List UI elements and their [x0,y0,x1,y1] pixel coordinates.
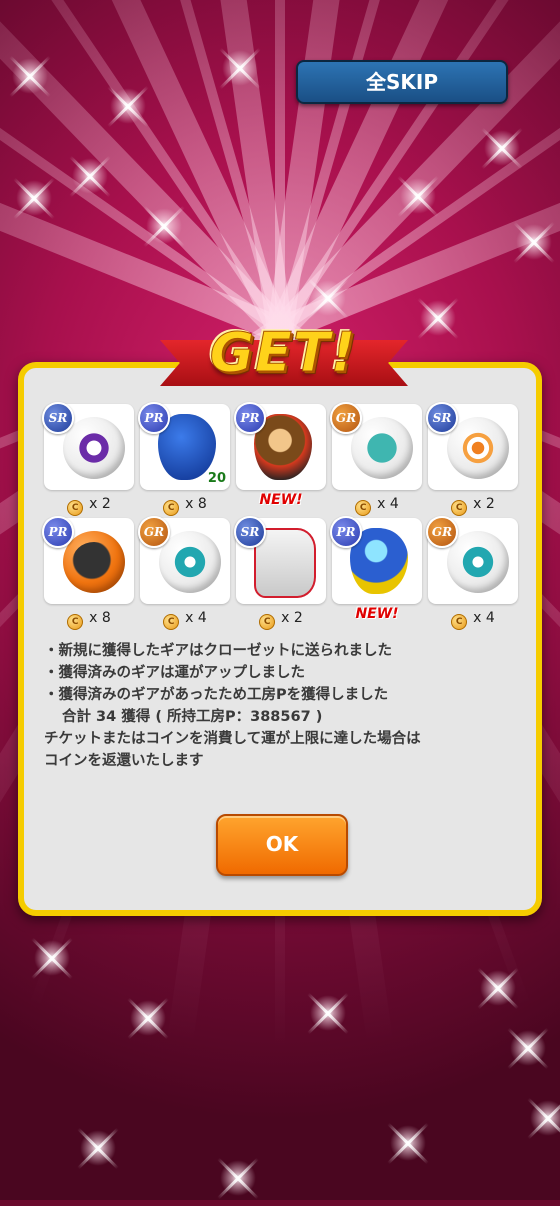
new-badge: NEW! [355,606,399,622]
ball-emblem [173,545,207,579]
item-count-value: x 2 [473,496,495,512]
item-count: Cx 4 [332,496,422,516]
sparkle [300,985,356,1041]
rarity-badge: PR [42,516,74,548]
sparkle [100,78,156,134]
note-line: 合計 34 獲得 ( 所持工房P：388567 ) [62,709,323,725]
sparkle [210,1150,266,1206]
rarity-badge: SR [42,402,74,434]
sparkle [506,214,560,270]
item-count-value: x 2 [89,496,111,512]
coin-icon: C [451,500,468,516]
coin-icon: C [67,500,84,516]
note-line: ・獲得済みのギアは運がアップしました [44,665,305,681]
orange-target-ball-icon [447,417,509,479]
get-title: GET! [209,321,357,385]
sparkle [62,148,118,204]
rarity-badge: PR [330,516,362,548]
item-count: Cx 4 [140,610,230,630]
sparkle [212,40,268,96]
skip-all-button[interactable]: 全SKIP [296,60,508,104]
sparkle [6,170,62,226]
black-helmet-orange-ball-icon [63,531,125,593]
rarity-badge: PR [234,402,266,434]
rarity-badge: SR [234,516,266,548]
note-line: コインを返還いたします [44,753,204,769]
coin-icon: C [451,614,468,630]
rarity-badge: SR [426,402,458,434]
item-count: Cx 2 [236,610,326,630]
result-notes: ・新規に獲得したギアはクローゼットに送られました ・獲得済みのギアは運がアップし… [44,640,524,772]
sparkle [474,120,530,176]
ok-button[interactable]: OK [216,814,348,876]
new-badge: NEW! [259,492,303,508]
ball-emblem [72,542,116,582]
sparkle [470,960,526,1016]
item-count-value: x 8 [89,610,111,626]
coin-icon: C [163,500,180,516]
sparkle [380,1115,436,1171]
coin-icon: C [163,614,180,630]
ball-emblem [461,545,495,579]
sparkle [70,1120,126,1176]
teal-golf-emblem-ball-icon [447,531,509,593]
item-level: 20 [207,471,226,486]
sparkle [390,168,446,224]
item-count-value: x 4 [377,496,399,512]
note-line: チケットまたはコインを消費して運が上限に達した場合は [44,731,421,747]
coin-icon: C [67,614,84,630]
ball-emblem [77,431,111,465]
coin-icon: C [259,614,276,630]
item-count: Cx 2 [428,496,518,516]
item-count: Cx 2 [44,496,134,516]
sparkle [2,48,58,104]
sparkle [520,1090,560,1146]
rarity-badge: GR [330,402,362,434]
note-line: ・新規に獲得したギアはクローゼットに送られました [44,643,392,659]
rarity-badge: GR [426,516,458,548]
item-count-value: x 2 [281,610,303,626]
item-count-value: x 8 [185,496,207,512]
item-count: Cx 8 [140,496,230,516]
item-count: Cx 8 [44,610,134,630]
rooster-weathervane-ball-icon [351,417,413,479]
note-line: ・獲得済みのギアがあったため工房Pを獲得しました [44,687,389,703]
item-count-value: x 4 [185,610,207,626]
rarity-badge: GR [138,516,170,548]
sparkle [500,1020,556,1076]
ball-emblem [461,431,495,465]
sparkle [24,930,80,986]
sparkle [120,990,176,1046]
teal-golf-emblem-ball-icon [159,531,221,593]
coin-icon: C [355,500,372,516]
ball-emblem [365,431,399,465]
sparkle [410,290,466,346]
rarity-badge: PR [138,402,170,434]
item-count: Cx 4 [428,610,518,630]
sparkle [136,198,192,254]
purple-swirl-ball-icon [63,417,125,479]
item-count-value: x 4 [473,610,495,626]
